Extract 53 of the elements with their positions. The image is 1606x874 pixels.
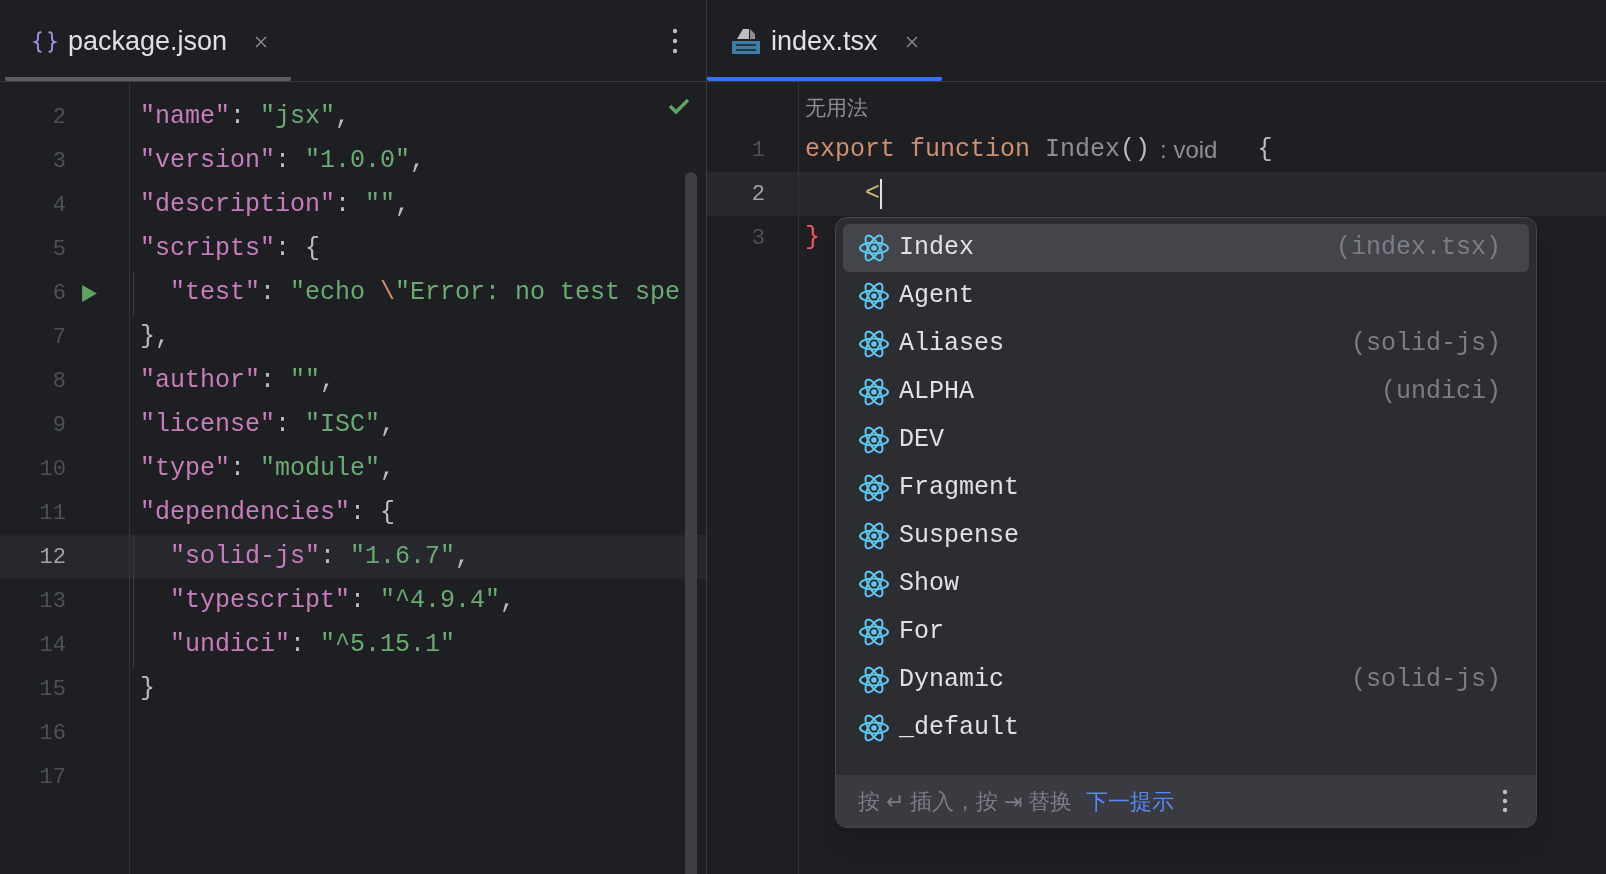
- atom-icon: [858, 712, 890, 744]
- completion-item[interactable]: ALPHA (undici): [843, 368, 1529, 416]
- more-icon[interactable]: [672, 27, 678, 54]
- code-text: "name": "jsx",: [140, 101, 351, 134]
- code-text: "license": "ISC",: [140, 409, 396, 442]
- code-text: "solid-js": "1.6.7",: [169, 541, 471, 574]
- code-text: "version": "1.0.0",: [140, 145, 426, 178]
- completion-item[interactable]: Index (index.tsx): [843, 224, 1529, 272]
- code-text: "undici": "^5.15.1": [169, 629, 456, 662]
- code-text: "author": "",: [140, 365, 336, 398]
- code-text: "type": "module",: [140, 453, 396, 486]
- completion-item[interactable]: Agent: [843, 272, 1529, 320]
- atom-icon: [858, 376, 890, 408]
- code-text: export function Index(): [805, 134, 1151, 167]
- code-text: {: [1256, 134, 1273, 167]
- code-text: <: [864, 178, 880, 211]
- code-text: }: [805, 222, 820, 255]
- code-text: "typescript": "^4.9.4",: [169, 585, 516, 618]
- atom-icon: [858, 616, 890, 648]
- completion-item[interactable]: Fragment: [843, 464, 1529, 512]
- completion-item[interactable]: Dynamic (solid-js): [843, 656, 1529, 704]
- atom-icon: [858, 232, 890, 264]
- code-text: "test": "echo \"Error: no test spe: [169, 277, 681, 310]
- atom-icon: [858, 424, 890, 456]
- shortcut-hint: 按 ↵ 插入，按 ⇥ 替换: [858, 787, 1073, 816]
- completion-item[interactable]: DEV: [843, 416, 1529, 464]
- completion-item[interactable]: Suspense: [843, 512, 1529, 560]
- atom-icon: [858, 328, 890, 360]
- braces-icon: [32, 28, 58, 55]
- atom-icon: [858, 664, 890, 696]
- file-icon: [731, 27, 761, 56]
- more-icon[interactable]: [1502, 789, 1508, 813]
- code-text: "scripts": {: [140, 233, 321, 266]
- atom-icon: [858, 520, 890, 552]
- type-hint: : void: [1160, 135, 1218, 165]
- completion-item[interactable]: Show: [843, 560, 1529, 608]
- atom-icon: [858, 472, 890, 504]
- code-text: },: [140, 321, 170, 354]
- completion-item[interactable]: Aliases (solid-js): [843, 320, 1529, 368]
- completion-item[interactable]: _default: [843, 704, 1529, 752]
- editor-tab[interactable]: index.tsx: [707, 0, 942, 81]
- atom-icon: [858, 280, 890, 312]
- code-text: }: [140, 673, 155, 706]
- code-text: "description": "",: [140, 189, 411, 222]
- editor-tab[interactable]: package.json: [5, 0, 292, 81]
- code-text: "dependencies": {: [140, 497, 396, 530]
- run-icon[interactable]: [81, 283, 98, 303]
- line-number: 2: [750, 180, 765, 209]
- line-number: 12: [38, 543, 66, 572]
- scrollbar-thumb[interactable]: [685, 172, 697, 874]
- usage-hint[interactable]: 无用法: [805, 92, 868, 124]
- completion-item[interactable]: For: [843, 608, 1529, 656]
- atom-icon: [858, 568, 890, 600]
